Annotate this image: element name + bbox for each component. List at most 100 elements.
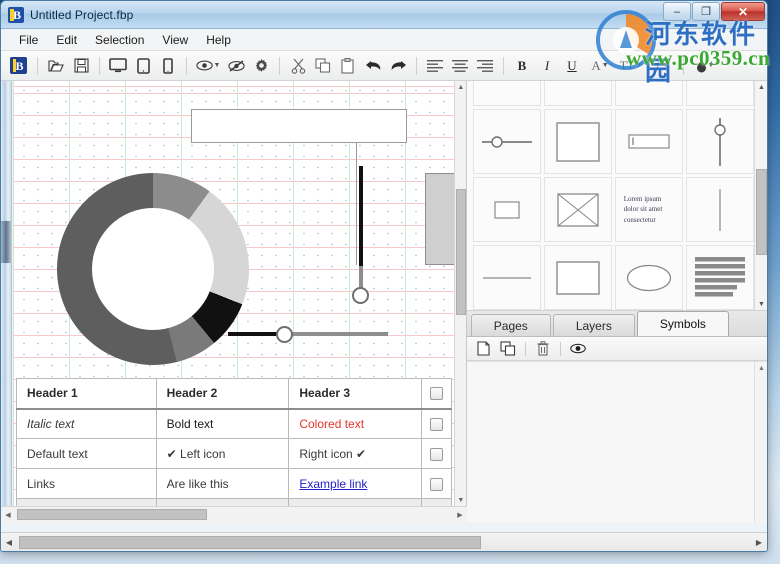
tab-symbols[interactable]: Symbols (637, 311, 729, 336)
menu-item-file[interactable]: File (11, 30, 46, 50)
canvas-hscroll-thumb[interactable] (17, 509, 207, 520)
duplicate-page-icon[interactable] (497, 339, 519, 359)
vertical-slider-handle[interactable] (352, 287, 369, 304)
scroll-up-arrow-icon[interactable]: ▲ (755, 81, 767, 94)
table-row[interactable]: Default text ✔ Left icon Right icon ✔ (17, 439, 452, 469)
symbol-horizontal-slider[interactable] (473, 109, 541, 174)
donut-chart[interactable] (57, 173, 249, 365)
checkbox[interactable] (430, 448, 443, 461)
tablet-view-icon[interactable] (131, 54, 155, 78)
phone-view-icon[interactable] (156, 54, 180, 78)
font-size-button[interactable]: TT ▼ (616, 54, 646, 78)
delete-page-icon[interactable] (532, 339, 554, 359)
symbol-vertical-line[interactable] (686, 177, 754, 242)
menu-item-edit[interactable]: Edit (48, 30, 85, 50)
close-button[interactable]: ✕ (721, 2, 765, 21)
canvas-rectangle[interactable] (191, 109, 407, 143)
example-link[interactable]: Example link (299, 477, 367, 491)
minimize-button[interactable]: – (663, 2, 691, 21)
align-right-icon[interactable] (473, 54, 497, 78)
symbol-vertical-slider[interactable] (686, 109, 754, 174)
symbol-partial-d[interactable] (686, 81, 754, 106)
desktop-view-icon[interactable] (106, 54, 130, 78)
symbol-horizontal-line[interactable] (473, 245, 541, 310)
menu-item-help[interactable]: Help (198, 30, 239, 50)
symbol-partial-a[interactable] (473, 81, 541, 106)
panel-list-scrollbar[interactable]: ▲ (754, 362, 767, 522)
font-family-button[interactable]: ƒ ▼ (647, 54, 677, 78)
toggle-visibility-icon[interactable] (567, 339, 589, 359)
scroll-right-arrow-icon[interactable]: ▶ (453, 511, 467, 519)
table-row[interactable]: Italic text Bold text Colored text (17, 409, 452, 439)
maximize-button[interactable]: ❐ (692, 2, 720, 21)
copy-icon[interactable] (311, 54, 335, 78)
design-canvas[interactable]: Header 1 Header 2 Header 3 Italic text B… (13, 81, 455, 506)
align-center-icon[interactable] (448, 54, 472, 78)
paste-icon[interactable] (336, 54, 360, 78)
scroll-up-arrow-icon[interactable]: ▲ (755, 362, 768, 375)
horizontal-slider-handle[interactable] (276, 326, 293, 343)
canvas-table[interactable]: Header 1 Header 2 Header 3 Italic text B… (16, 378, 452, 506)
symbol-paragraph[interactable] (686, 245, 754, 310)
align-left-icon[interactable] (423, 54, 447, 78)
horizontal-slider[interactable] (228, 324, 388, 344)
table-row[interactable]: Links Are like this Example link (17, 469, 452, 499)
redo-icon[interactable] (386, 54, 410, 78)
scroll-up-arrow-icon[interactable]: ▲ (455, 81, 467, 93)
canvas-horizontal-scrollbar[interactable]: ◀ ▶ (1, 506, 467, 522)
checkbox[interactable] (430, 387, 443, 400)
cut-icon[interactable] (286, 54, 310, 78)
symbol-rectangle-outline[interactable] (544, 245, 612, 310)
scroll-down-arrow-icon[interactable]: ▼ (755, 298, 767, 311)
scroll-right-arrow-icon[interactable]: ▶ (751, 538, 767, 547)
window-hscroll-thumb[interactable] (19, 536, 481, 549)
fill-color-button[interactable]: ▼ (690, 54, 720, 78)
symbol-small-rectangle[interactable] (473, 177, 541, 242)
tab-pages[interactable]: Pages (471, 314, 551, 336)
symbol-rectangle[interactable] (544, 109, 612, 174)
toolbar-separator (416, 57, 417, 75)
symbol-image-placeholder[interactable] (544, 177, 612, 242)
symbol-text-field[interactable] (615, 109, 683, 174)
open-file-icon[interactable] (44, 54, 68, 78)
menu-bar: File Edit Selection View Help (1, 29, 767, 51)
font-color-button[interactable]: A ▼ (585, 54, 615, 78)
checkbox[interactable] (430, 418, 443, 431)
canvas-vscroll-thumb[interactable] (456, 189, 466, 315)
canvas-vertical-scrollbar[interactable]: ▲ ▼ (454, 81, 466, 506)
window-hscroll-track[interactable] (17, 535, 751, 550)
symbol-ellipse[interactable] (615, 245, 683, 310)
scroll-left-arrow-icon[interactable]: ◀ (1, 511, 15, 519)
hide-preview-icon[interactable] (224, 54, 248, 78)
table-row-selected[interactable]: This row is selected as you can see (17, 499, 452, 507)
bold-button[interactable]: B (510, 54, 534, 78)
font-family-label: ƒ (655, 58, 662, 74)
underline-button[interactable]: U (560, 54, 584, 78)
checkbox[interactable] (430, 478, 443, 491)
italic-button[interactable]: I (535, 54, 559, 78)
scroll-left-arrow-icon[interactable]: ◀ (1, 538, 17, 547)
menu-item-selection[interactable]: Selection (87, 30, 152, 50)
panel-list-area[interactable]: ▲ (467, 361, 767, 522)
canvas-gray-box[interactable] (425, 173, 455, 265)
settings-gear-icon[interactable] (249, 54, 273, 78)
undo-icon[interactable] (361, 54, 385, 78)
symbols-vscroll-thumb[interactable] (756, 169, 767, 255)
canvas-gutter (1, 81, 12, 522)
symbol-text-block-label: Lorem ipsum dolor sit amet consectetur (624, 194, 674, 224)
symbol-partial-b[interactable] (544, 81, 612, 106)
tab-layers[interactable]: Layers (553, 314, 635, 336)
preview-icon[interactable]: ▼ (193, 54, 223, 78)
new-page-icon[interactable] (473, 339, 495, 359)
symbols-vertical-scrollbar[interactable]: ▲ ▼ (754, 81, 767, 311)
canvas-hscroll-track[interactable] (15, 508, 453, 522)
scroll-down-arrow-icon[interactable]: ▼ (455, 494, 467, 506)
app-logo-button[interactable]: B (5, 54, 31, 78)
symbol-text-block[interactable]: Lorem ipsum dolor sit amet consectetur (615, 177, 683, 242)
table-cell: Are like this (156, 469, 289, 499)
symbol-partial-c[interactable] (615, 81, 683, 106)
vertical-slider[interactable] (349, 166, 371, 294)
window-horizontal-scrollbar[interactable]: ◀ ▶ (1, 532, 767, 551)
save-file-icon[interactable] (69, 54, 93, 78)
menu-item-view[interactable]: View (154, 30, 196, 50)
